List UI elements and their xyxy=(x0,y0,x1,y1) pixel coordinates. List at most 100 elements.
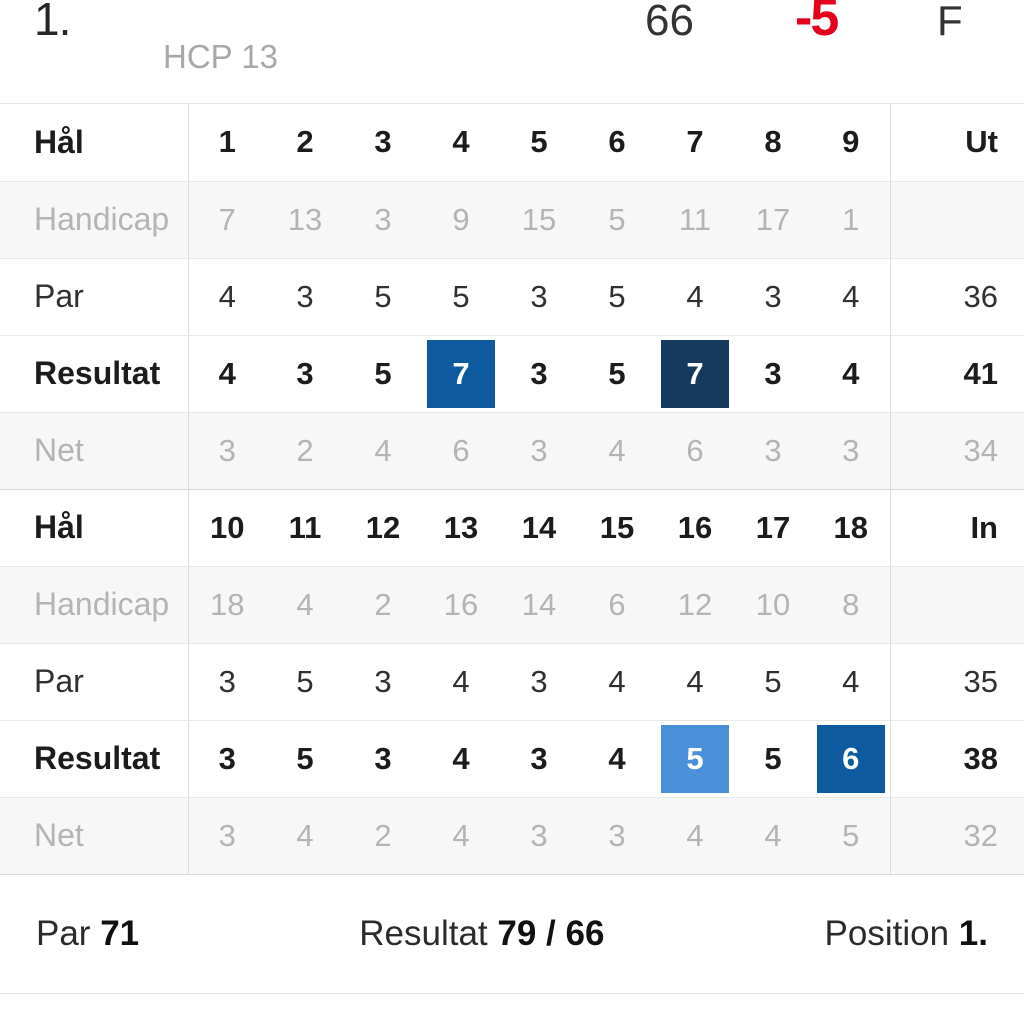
player-to-par: -5 xyxy=(795,0,839,47)
net-value: 4 xyxy=(656,797,734,875)
score-cell[interactable]: 4 xyxy=(188,335,266,413)
score-cell[interactable]: 4 xyxy=(812,335,890,413)
handicap-value: 8 xyxy=(812,566,890,644)
summary-result-label: Resultat xyxy=(359,913,488,953)
score-value: 4 xyxy=(842,355,860,391)
par-value: 4 xyxy=(656,258,734,336)
handicap-value: 16 xyxy=(422,566,500,644)
net-value: 5 xyxy=(812,797,890,875)
score-value: 7 xyxy=(661,339,729,408)
par-value: 4 xyxy=(422,643,500,721)
par-value: 5 xyxy=(734,643,812,721)
hole-number: 9 xyxy=(812,104,890,182)
front-nine-hole-header-row: Hål 1 2 3 4 5 6 7 8 9 Ut xyxy=(0,104,1024,182)
score-cell[interactable]: 3 xyxy=(500,335,578,413)
back-nine-net-total: 32 xyxy=(889,797,1024,875)
hole-number: 14 xyxy=(500,489,578,567)
back-nine-par-row: Par 3 5 3 4 3 4 4 5 4 35 xyxy=(0,643,1024,721)
score-cell[interactable]: 7 xyxy=(422,335,500,413)
handicap-value: 2 xyxy=(344,566,422,644)
par-value: 3 xyxy=(500,643,578,721)
par-value: 5 xyxy=(344,258,422,336)
summary-position-value: 1. xyxy=(958,913,988,953)
score-cell[interactable]: 3 xyxy=(344,720,422,798)
handicap-value: 9 xyxy=(422,181,500,259)
row-label-result: Resultat xyxy=(0,720,189,798)
back-nine-par-total: 35 xyxy=(889,643,1024,721)
hole-number: 18 xyxy=(812,489,890,567)
handicap-value: 12 xyxy=(656,566,734,644)
back-nine-total-header: In xyxy=(889,489,1024,567)
score-cell[interactable]: 6 xyxy=(812,720,890,798)
score-cell[interactable]: 3 xyxy=(734,335,812,413)
score-cell[interactable]: 4 xyxy=(422,720,500,798)
par-value: 4 xyxy=(578,643,656,721)
front-nine-result-total: 41 xyxy=(889,335,1024,413)
par-value: 4 xyxy=(656,643,734,721)
summary-par-value: 71 xyxy=(100,913,140,953)
score-value: 5 xyxy=(608,355,626,391)
row-label-hole: Hål xyxy=(0,489,189,567)
handicap-value: 13 xyxy=(266,181,344,259)
par-value: 5 xyxy=(266,643,344,721)
par-value: 3 xyxy=(266,258,344,336)
player-total-score: 66 xyxy=(645,0,694,45)
hole-number: 8 xyxy=(734,104,812,182)
score-value: 3 xyxy=(296,355,314,391)
front-nine-par-total: 36 xyxy=(889,258,1024,336)
summary-position-label: Position xyxy=(824,913,950,953)
net-value: 4 xyxy=(266,797,344,875)
net-value: 6 xyxy=(656,412,734,490)
player-position: 1. xyxy=(34,0,71,45)
row-label-handicap: Handicap xyxy=(0,181,189,259)
player-handicap: HCP 13 xyxy=(163,38,278,75)
net-value: 3 xyxy=(734,412,812,490)
hole-number: 12 xyxy=(344,489,422,567)
back-nine-hole-header-row: Hål 10 11 12 13 14 15 16 17 18 In xyxy=(0,489,1024,567)
score-cell[interactable]: 3 xyxy=(266,335,344,413)
score-cell[interactable]: 3 xyxy=(500,720,578,798)
score-value: 5 xyxy=(764,740,782,776)
score-cell[interactable]: 5 xyxy=(734,720,812,798)
score-cell[interactable]: 5 xyxy=(656,720,734,798)
handicap-value: 7 xyxy=(188,181,266,259)
score-value: 3 xyxy=(764,355,782,391)
page-bottom-spacer xyxy=(0,993,1024,1022)
row-label-net: Net xyxy=(0,797,189,875)
row-label-par: Par xyxy=(0,643,189,721)
scorecard-table: Hål 1 2 3 4 5 6 7 8 9 Ut Handicap 7 13 3… xyxy=(0,104,1024,875)
score-cell[interactable]: 5 xyxy=(578,335,656,413)
player-header[interactable]: 1. HCP 13 66 -5 F xyxy=(0,0,1024,104)
net-value: 3 xyxy=(188,412,266,490)
net-value: 4 xyxy=(578,412,656,490)
hole-number: 11 xyxy=(266,489,344,567)
score-cell[interactable]: 5 xyxy=(266,720,344,798)
net-value: 4 xyxy=(344,412,422,490)
back-nine-handicap-total xyxy=(889,566,1024,644)
hole-number: 4 xyxy=(422,104,500,182)
hole-number: 10 xyxy=(188,489,266,567)
score-value: 4 xyxy=(218,355,236,391)
handicap-value: 17 xyxy=(734,181,812,259)
summary-par-label: Par xyxy=(36,913,91,953)
hole-number: 16 xyxy=(656,489,734,567)
front-nine-handicap-total xyxy=(889,181,1024,259)
row-label-net: Net xyxy=(0,412,189,490)
score-cell[interactable]: 5 xyxy=(344,335,422,413)
par-value: 4 xyxy=(812,258,890,336)
score-value: 7 xyxy=(427,339,495,408)
row-label-handicap: Handicap xyxy=(0,566,189,644)
score-value: 5 xyxy=(374,355,392,391)
score-cell[interactable]: 3 xyxy=(188,720,266,798)
score-cell[interactable]: 7 xyxy=(656,335,734,413)
net-value: 4 xyxy=(422,797,500,875)
par-value: 4 xyxy=(188,258,266,336)
score-value: 6 xyxy=(816,724,885,793)
row-label-par: Par xyxy=(0,258,189,336)
net-value: 2 xyxy=(266,412,344,490)
front-nine-net-row: Net 3 2 4 6 3 4 6 3 3 34 xyxy=(0,412,1024,490)
handicap-value: 14 xyxy=(500,566,578,644)
score-cell[interactable]: 4 xyxy=(578,720,656,798)
handicap-value: 10 xyxy=(734,566,812,644)
score-value: 5 xyxy=(661,724,729,793)
